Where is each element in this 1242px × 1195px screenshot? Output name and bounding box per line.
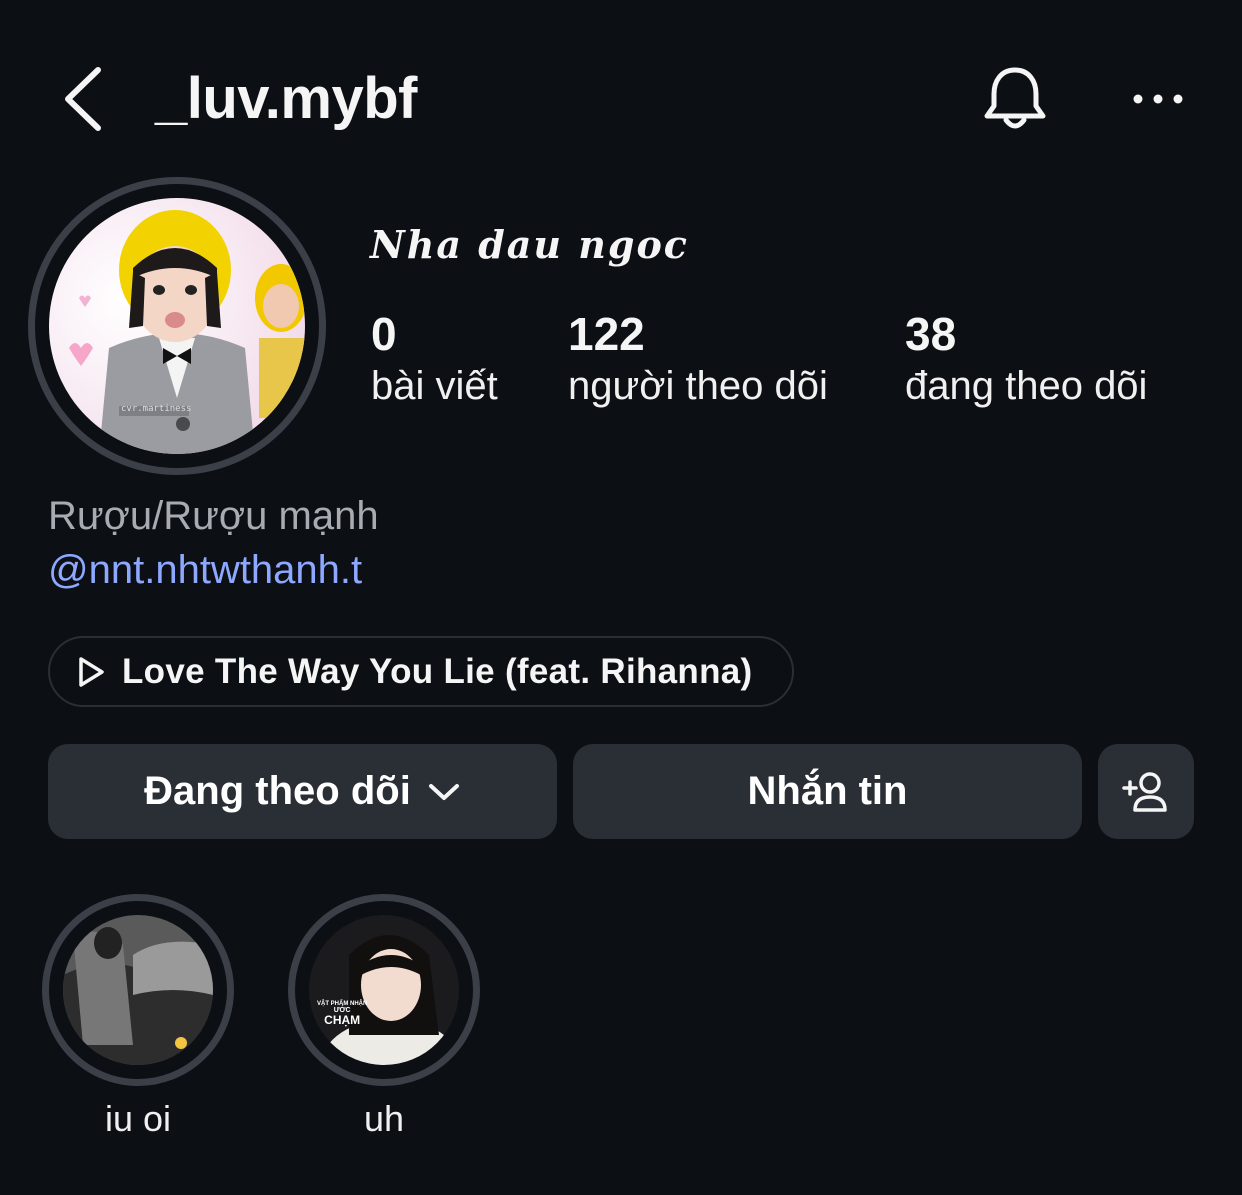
- message-button-label: Nhắn tin: [747, 769, 908, 813]
- highlight-label: uh: [363, 1098, 405, 1139]
- posts-count[interactable]: 0 bài viết: [371, 306, 498, 410]
- highlight-cover-image: [63, 915, 213, 1065]
- highlight-overlay-line3: CHẠM: [324, 1013, 361, 1027]
- avatar-watermark: cvr.martiness: [121, 404, 192, 414]
- highlight-iu-oi[interactable]: iu oi: [42, 894, 234, 1140]
- following-count[interactable]: 38 đang theo dõi: [905, 306, 1147, 410]
- add-user-icon: [1122, 771, 1167, 812]
- message-button[interactable]: Nhắn tin: [573, 744, 1082, 839]
- following-count-value: 38: [905, 308, 957, 360]
- highlight-label: iu oi: [104, 1098, 172, 1139]
- play-icon: [79, 656, 104, 687]
- display-name: Nha dau ngoc: [370, 222, 689, 267]
- music-title: Love The Way You Lie (feat. Rihanna): [122, 651, 753, 691]
- chevron-down-icon: [428, 783, 459, 800]
- bell-icon[interactable]: [982, 64, 1048, 134]
- following-dropdown-button[interactable]: Đang theo dõi: [48, 744, 557, 839]
- following-count-label: đang theo dõi: [905, 364, 1148, 408]
- followers-count[interactable]: 122 người theo dõi: [568, 306, 828, 410]
- highlight-cover-image: VẬT PHẨM NHẬN ƯỚC CHẠM: [309, 915, 459, 1065]
- posts-count-label: bài viết: [371, 364, 498, 408]
- highlight-ring: [42, 894, 234, 1086]
- profile-username: _luv.mybf: [155, 66, 417, 131]
- bio-mention-link[interactable]: @nnt.nhtwthanh.t: [48, 548, 362, 593]
- add-user-button[interactable]: [1098, 744, 1194, 839]
- followers-count-label: người theo dõi: [568, 364, 828, 408]
- profile-music-button[interactable]: Love The Way You Lie (feat. Rihanna): [48, 636, 794, 707]
- profile-category: Rượu/Rượu mạnh: [48, 494, 379, 538]
- back-chevron-icon[interactable]: [62, 66, 106, 132]
- highlight-ring: VẬT PHẨM NHẬN ƯỚC CHẠM: [288, 894, 480, 1086]
- followers-count-value: 122: [568, 308, 645, 360]
- avatar-image: cvr.martiness: [49, 198, 305, 454]
- following-button-label: Đang theo dõi: [144, 769, 411, 813]
- highlight-uh[interactable]: VẬT PHẨM NHẬN ƯỚC CHẠM uh: [288, 894, 480, 1140]
- more-options-icon[interactable]: [1130, 84, 1186, 114]
- profile-avatar[interactable]: cvr.martiness: [28, 177, 326, 475]
- posts-count-value: 0: [371, 308, 397, 360]
